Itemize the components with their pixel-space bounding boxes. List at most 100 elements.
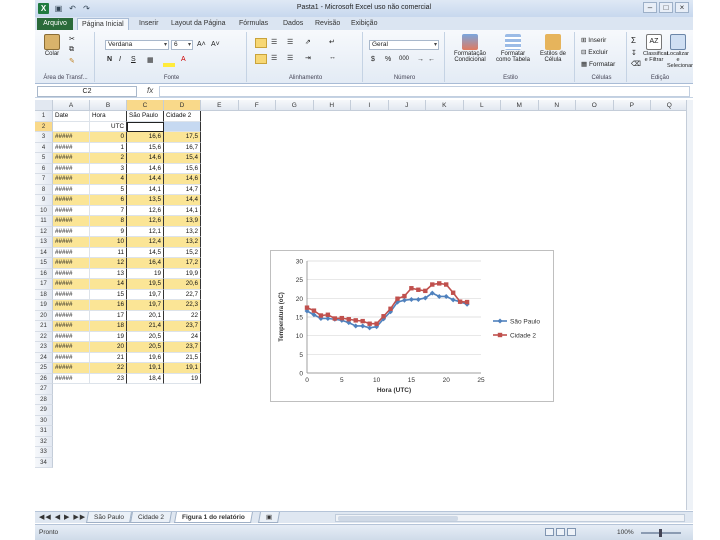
cut-icon[interactable]: ✂ [69, 35, 75, 43]
data-cell[interactable]: ##### [53, 352, 90, 363]
zoom-slider[interactable] [641, 529, 681, 537]
row-header[interactable]: 1 [35, 111, 53, 122]
wrap-text-icon[interactable]: ↵ [329, 38, 335, 46]
data-cell[interactable]: 16,4 [127, 258, 164, 269]
data-cell[interactable]: ##### [53, 331, 90, 342]
column-header-k[interactable]: K [426, 100, 464, 111]
data-cell[interactable]: 5 [90, 184, 127, 195]
row-header[interactable]: 19 [35, 300, 53, 311]
page-layout-view-icon[interactable] [556, 528, 565, 536]
select-all-button[interactable] [35, 100, 53, 111]
sheet-tab-cidade-2[interactable]: Cidade 2 [130, 512, 173, 523]
data-cell[interactable]: 14,6 [127, 153, 164, 164]
data-cell[interactable]: 19 [90, 331, 127, 342]
data-cell[interactable]: 14,6 [127, 163, 164, 174]
row-header[interactable]: 3 [35, 132, 53, 143]
data-cell[interactable]: 14,1 [164, 205, 201, 216]
data-cell[interactable]: 23 [90, 373, 127, 384]
italic-button[interactable]: I [119, 56, 121, 63]
data-cell[interactable]: 9 [90, 226, 127, 237]
currency-button[interactable]: $ [371, 56, 375, 63]
function-icon[interactable]: fx [147, 86, 153, 95]
data-cell[interactable]: 13,5 [127, 195, 164, 206]
data-cell[interactable]: 19,7 [127, 289, 164, 300]
data-cell[interactable]: 14,4 [127, 174, 164, 185]
data-cell[interactable]: 13,2 [164, 226, 201, 237]
row-header[interactable]: 2 [35, 121, 53, 132]
chart[interactable]: 0 5 10 15 20 25 30 0 5 10 15 20 25 Hora (UTC) Temperat… [270, 250, 554, 402]
row-header[interactable]: 18 [35, 289, 53, 300]
data-cell[interactable]: 19 [127, 268, 164, 279]
data-cell[interactable]: 21,4 [127, 321, 164, 332]
data-cell[interactable]: 12 [90, 258, 127, 269]
row-header[interactable]: 22 [35, 331, 53, 342]
fill-icon[interactable]: ↧ [631, 49, 637, 57]
data-cell[interactable]: 19,6 [127, 352, 164, 363]
data-cell[interactable]: 11 [90, 247, 127, 258]
orientation-icon[interactable]: ⇗ [305, 38, 311, 46]
vertical-scrollbar[interactable] [686, 100, 693, 510]
row-header[interactable]: 6 [35, 163, 53, 174]
data-cell[interactable]: 19,9 [164, 268, 201, 279]
data-cell[interactable]: ##### [53, 184, 90, 195]
data-cell[interactable]: ##### [53, 321, 90, 332]
thousands-button[interactable]: 000 [399, 56, 409, 62]
data-cell[interactable]: 22,7 [164, 289, 201, 300]
column-header-d[interactable]: D [164, 100, 201, 111]
data-cell[interactable]: 20,5 [127, 342, 164, 353]
sheet-tab-sao-paulo[interactable]: São Paulo [86, 512, 132, 523]
row-header[interactable]: 4 [35, 142, 53, 153]
clear-icon[interactable]: ⌫ [631, 60, 641, 68]
row-header[interactable]: 26 [35, 373, 53, 384]
column-header-l[interactable]: L [463, 100, 501, 111]
column-header-p[interactable]: P [613, 100, 651, 111]
data-cell[interactable]: 20,5 [127, 331, 164, 342]
row-header[interactable]: 25 [35, 363, 53, 374]
row-header[interactable]: 5 [35, 153, 53, 164]
data-cell[interactable]: 15,6 [164, 163, 201, 174]
column-header-g[interactable]: G [276, 100, 314, 111]
borders-icon[interactable]: ▦ [147, 56, 154, 64]
indent-icon[interactable]: ⇥ [305, 54, 311, 62]
column-header-a[interactable]: A [53, 100, 90, 111]
zoom-slider-knob[interactable] [659, 529, 662, 537]
column-header-f[interactable]: F [238, 100, 276, 111]
tab-formulas[interactable]: Fórmulas [235, 18, 272, 30]
data-cell[interactable]: 16 [90, 300, 127, 311]
data-cell[interactable]: 15,2 [164, 247, 201, 258]
data-cell[interactable]: ##### [53, 153, 90, 164]
column-header-j[interactable]: J [388, 100, 426, 111]
font-color-icon[interactable]: A [181, 56, 186, 63]
data-cell[interactable]: 14 [90, 279, 127, 290]
header-cell[interactable]: Hora [90, 111, 127, 122]
data-cell[interactable]: 20 [90, 342, 127, 353]
increase-decimal-icon[interactable]: → [417, 56, 424, 63]
format-as-table-button[interactable]: Formatar como Tabela [493, 34, 533, 63]
data-cell[interactable]: 2 [90, 153, 127, 164]
column-header-m[interactable]: M [501, 100, 539, 111]
data-cell[interactable]: 4 [90, 174, 127, 185]
tab-view[interactable]: Exibição [347, 18, 381, 30]
data-cell[interactable]: ##### [53, 363, 90, 374]
data-cell[interactable]: ##### [53, 174, 90, 185]
data-cell[interactable]: ##### [53, 300, 90, 311]
data-cell[interactable]: 22,3 [164, 300, 201, 311]
scroll-thumb[interactable] [338, 516, 458, 521]
row-header[interactable]: 24 [35, 352, 53, 363]
data-cell[interactable]: 19,7 [127, 300, 164, 311]
column-header-h[interactable]: H [313, 100, 351, 111]
tab-home[interactable]: Página Inicial [77, 18, 129, 30]
row-header[interactable]: 9 [35, 195, 53, 206]
data-cell[interactable]: 14,1 [127, 184, 164, 195]
copy-icon[interactable]: ⧉ [69, 46, 74, 54]
maximize-button[interactable]: □ [659, 2, 673, 13]
data-cell[interactable]: 6 [90, 195, 127, 206]
data-cell[interactable]: 12,4 [127, 237, 164, 248]
data-cell[interactable]: 16,7 [164, 142, 201, 153]
tab-page-layout[interactable]: Layout da Página [167, 18, 230, 30]
data-cell[interactable]: 19 [164, 373, 201, 384]
horizontal-scrollbar[interactable] [335, 514, 685, 522]
column-header-n[interactable]: N [538, 100, 576, 111]
row-header[interactable]: 34 [35, 457, 53, 468]
close-button[interactable]: × [675, 2, 689, 13]
